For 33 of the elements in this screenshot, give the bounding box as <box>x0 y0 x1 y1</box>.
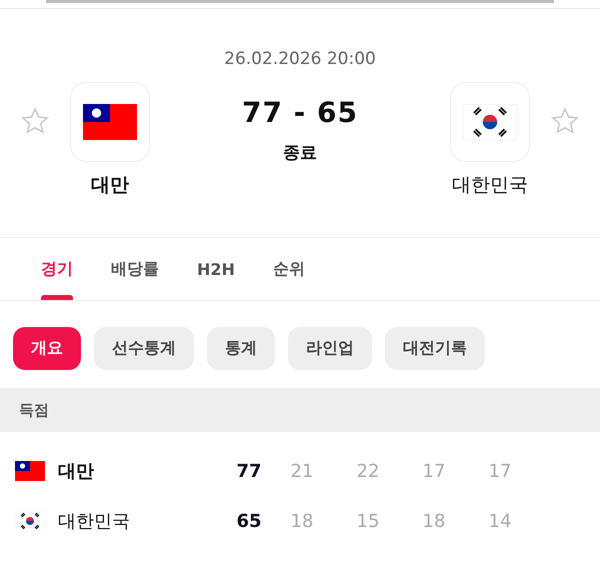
total-score: 65 <box>235 510 263 532</box>
quarter-score: 22 <box>356 460 380 482</box>
quarter-score: 18 <box>422 510 446 532</box>
tab[interactable]: H2H <box>197 238 235 300</box>
total-score: 77 <box>235 460 263 482</box>
quarter-score: 18 <box>290 510 314 532</box>
section-header: 득점 <box>0 388 600 432</box>
quarter-score: 17 <box>422 460 446 482</box>
star-icon[interactable] <box>550 106 580 136</box>
filter-chip[interactable]: 통계 <box>207 327 275 370</box>
filter-chip[interactable]: 개요 <box>13 327 81 370</box>
team-name: 대만 <box>91 173 129 198</box>
tab[interactable]: 경기 <box>41 238 73 300</box>
match-status: 종료 <box>283 142 317 164</box>
tab[interactable]: 순위 <box>272 238 305 300</box>
quarter-score: 17 <box>488 460 512 482</box>
filter-chip[interactable]: 대전기록 <box>385 327 485 370</box>
star-icon[interactable] <box>20 106 50 136</box>
team-name: 대만 <box>57 460 95 483</box>
team-name: 대한민국 <box>452 173 528 198</box>
team-name: 대한민국 <box>57 510 131 533</box>
flag-icon <box>15 511 45 531</box>
flag-icon <box>15 461 45 481</box>
quarter-score: 21 <box>290 460 314 482</box>
quarter-score: 14 <box>488 510 512 532</box>
flag-icon <box>463 104 517 140</box>
flag-icon <box>83 104 137 140</box>
quarter-score: 15 <box>356 510 380 532</box>
filter-chip[interactable]: 라인업 <box>288 327 372 370</box>
match-datetime: 26.02.2026 20:00 <box>224 49 376 71</box>
tab[interactable]: 배당률 <box>111 238 159 300</box>
match-score: 77 - 65 <box>242 96 358 129</box>
filter-chip[interactable]: 선수통계 <box>94 327 194 370</box>
